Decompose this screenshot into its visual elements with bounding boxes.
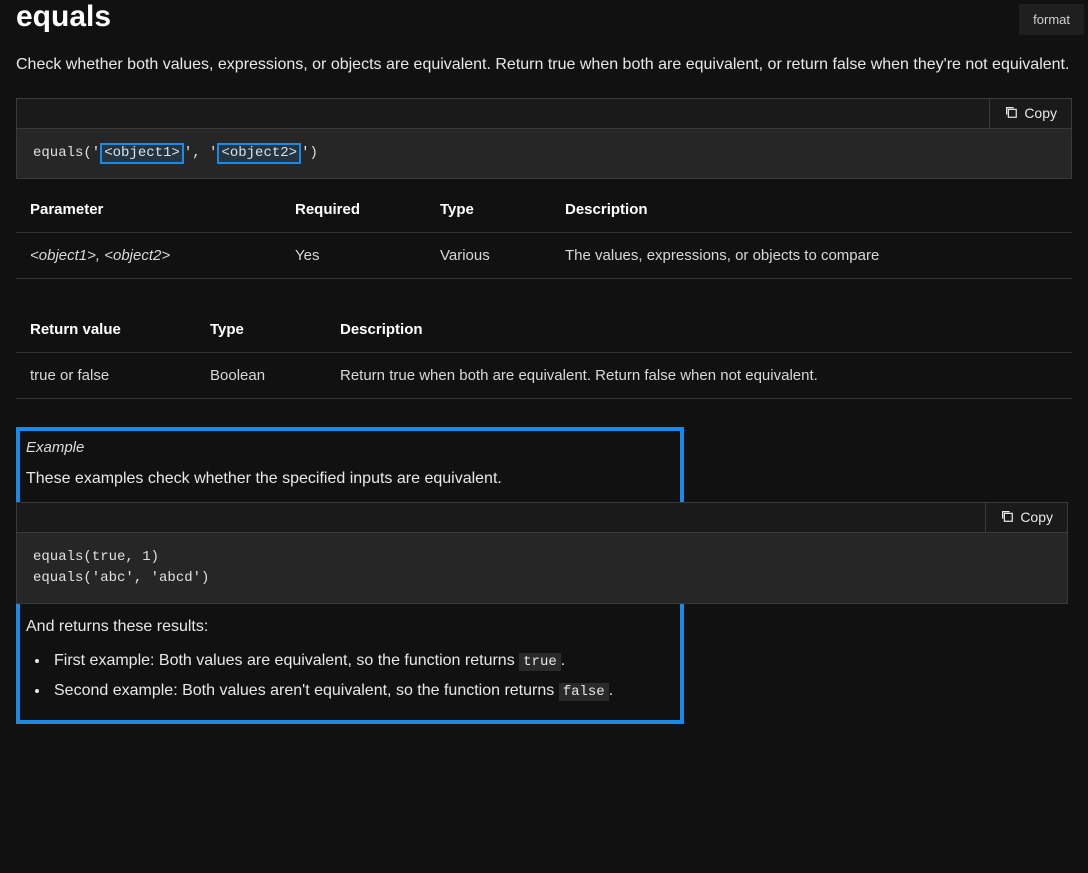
param-header-required: Required bbox=[281, 187, 426, 233]
return-cell-value: true or false bbox=[16, 352, 196, 398]
inline-code: false bbox=[559, 683, 609, 701]
return-header-description: Description bbox=[326, 307, 1072, 353]
example-label: Example bbox=[26, 439, 676, 456]
return-table: Return value Type Description true or fa… bbox=[16, 307, 1072, 399]
syntax-token-object2: <object2> bbox=[217, 143, 301, 164]
example-code: equals(true, 1) equals('abc', 'abcd') bbox=[17, 533, 1067, 603]
copy-button[interactable]: Copy bbox=[989, 99, 1071, 128]
syntax-token-object1: <object1> bbox=[100, 143, 184, 164]
copy-icon bbox=[1004, 105, 1018, 122]
codebox-header: Copy bbox=[17, 99, 1071, 129]
param-header-type: Type bbox=[426, 187, 551, 233]
return-cell-type: Boolean bbox=[196, 352, 326, 398]
param-header-description: Description bbox=[551, 187, 1072, 233]
inline-code: true bbox=[519, 653, 561, 671]
doc-page: equals Check whether both values, expres… bbox=[0, 0, 1088, 740]
param-cell-description: The values, expressions, or objects to c… bbox=[551, 232, 1072, 278]
list-item: First example: Both values are equivalen… bbox=[50, 646, 676, 676]
list-item: Second example: Both values aren't equiv… bbox=[50, 676, 676, 706]
param-header-parameter: Parameter bbox=[16, 187, 281, 233]
format-tag: format bbox=[1019, 4, 1084, 35]
param-cell-required: Yes bbox=[281, 232, 426, 278]
return-header-value: Return value bbox=[16, 307, 196, 353]
function-title: equals bbox=[16, 0, 1072, 34]
param-cell-parameter: <object1>, <object2> bbox=[16, 232, 281, 278]
return-cell-description: Return true when both are equivalent. Re… bbox=[326, 352, 1072, 398]
example-description: These examples check whether the specifi… bbox=[26, 470, 676, 488]
copy-label: Copy bbox=[1024, 105, 1057, 121]
results-list: First example: Both values are equivalen… bbox=[50, 646, 676, 707]
table-row: true or false Boolean Return true when b… bbox=[16, 352, 1072, 398]
param-cell-type: Various bbox=[426, 232, 551, 278]
example-block: Example These examples check whether the… bbox=[16, 427, 684, 725]
copy-label: Copy bbox=[1020, 509, 1053, 525]
syntax-code: equals('<object1>', '<object2>') bbox=[17, 129, 1071, 178]
lead-paragraph: Check whether both values, expressions, … bbox=[16, 52, 1072, 78]
table-row: <object1>, <object2> Yes Various The val… bbox=[16, 232, 1072, 278]
copy-icon bbox=[1000, 509, 1014, 526]
parameters-table: Parameter Required Type Description <obj… bbox=[16, 187, 1072, 279]
copy-button[interactable]: Copy bbox=[985, 503, 1067, 532]
syntax-codebox: Copy equals('<object1>', '<object2>') bbox=[16, 98, 1072, 179]
codebox-header: Copy bbox=[17, 503, 1067, 533]
example-codebox: Copy equals(true, 1) equals('abc', 'abcd… bbox=[16, 502, 1068, 604]
results-label: And returns these results: bbox=[26, 618, 676, 636]
return-header-type: Type bbox=[196, 307, 326, 353]
